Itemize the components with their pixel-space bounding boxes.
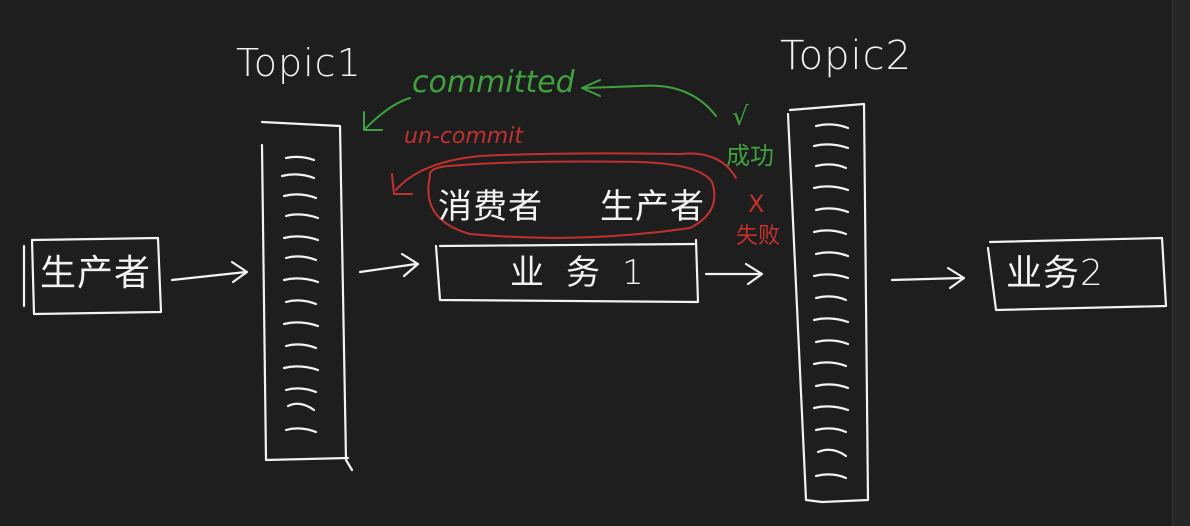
consumer-label: 消费者 (438, 187, 543, 227)
check-mark: √ (732, 102, 749, 132)
topic2-messages (812, 123, 850, 480)
producer-mid-label: 生产者 (600, 187, 705, 227)
topic1-messages (280, 155, 320, 434)
committed-label: committed (412, 65, 575, 100)
window-right-edge (1172, 0, 1190, 526)
business1-label: 业务1 (510, 253, 666, 293)
arrow-topic2-to-business2 (890, 266, 966, 290)
topic1-queue (260, 120, 354, 472)
business2-label: 业务2 (1006, 253, 1104, 294)
topic2-label: Topic2 (780, 33, 913, 79)
arrow-topic1-to-business1 (358, 252, 420, 278)
success-label: 成功 (726, 142, 774, 170)
uncommit-label: un-commit (404, 124, 523, 149)
producer-left-label: 生产者 (40, 253, 152, 294)
topic1-label: Topic1 (236, 41, 362, 85)
failure-label: 失败 (736, 224, 781, 249)
x-mark: X (748, 190, 765, 218)
arrow-business1-to-topic2 (704, 262, 764, 286)
whiteboard-canvas: 生产者 Topic1 Topic2 消费者 生产者 业务1 业务2 commit… (0, 0, 1190, 526)
arrow-producer-to-topic1 (170, 260, 249, 284)
